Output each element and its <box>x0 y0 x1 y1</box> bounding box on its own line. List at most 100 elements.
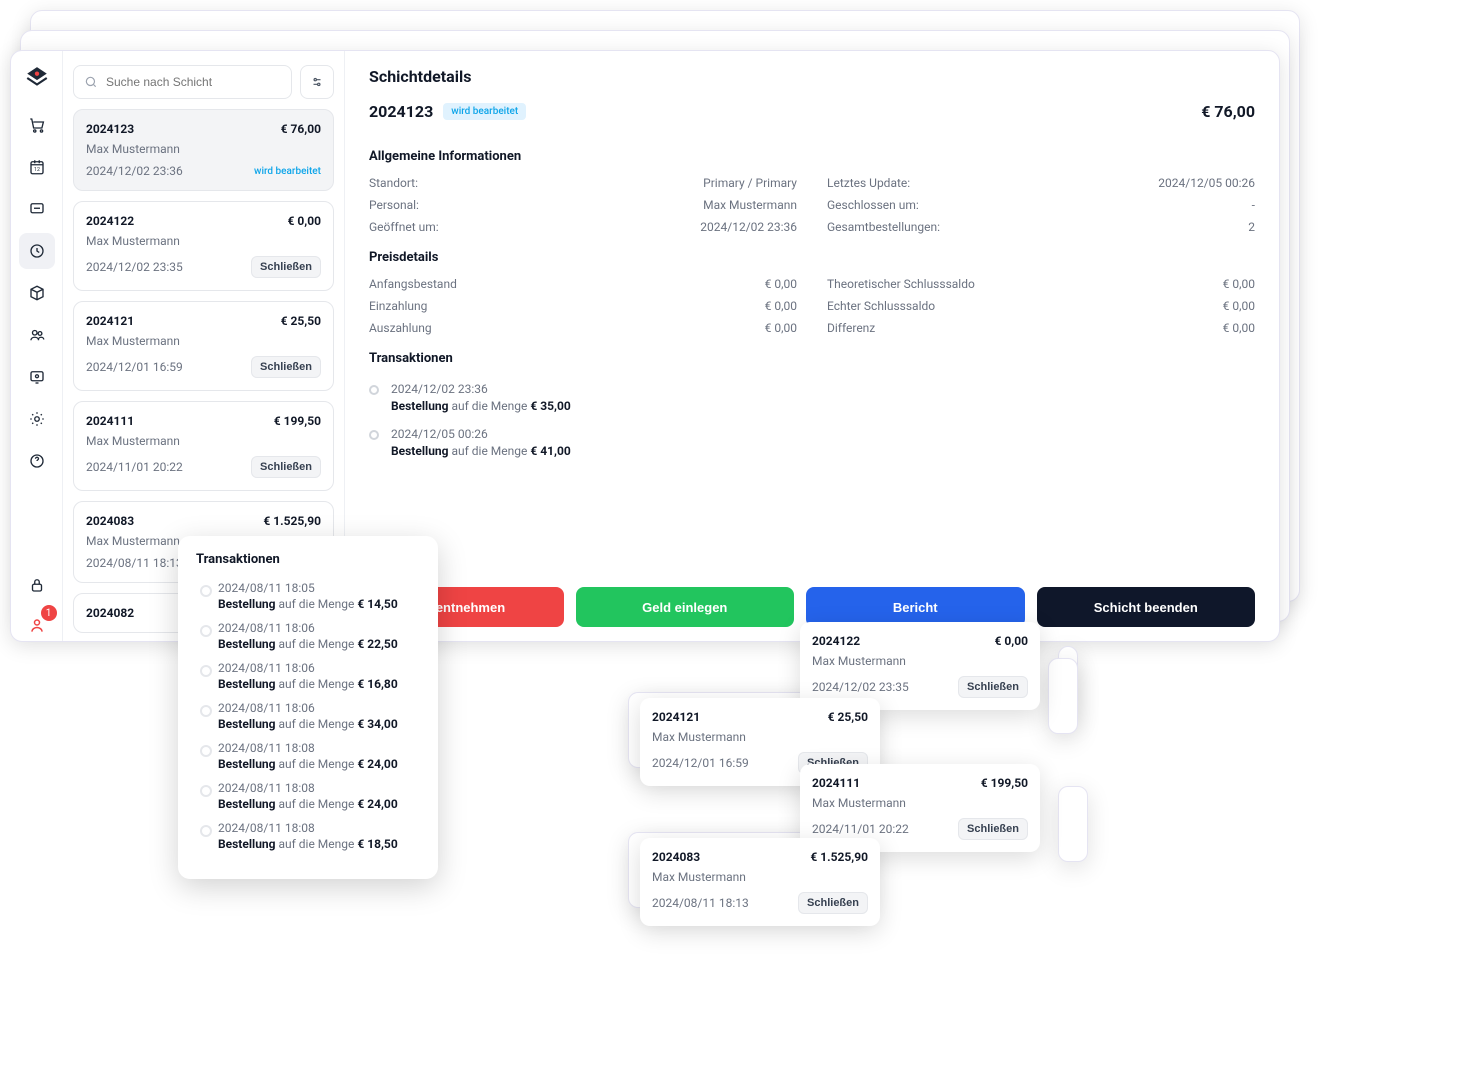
value-totalorders: 2 <box>1248 220 1255 234</box>
end-shift-button[interactable]: Schicht beenden <box>1037 587 1256 627</box>
calendar-icon[interactable]: 12 <box>19 149 55 185</box>
shift-amount: € 1.525,90 <box>263 514 321 528</box>
shift-time: 2024/08/11 18:13 <box>86 556 183 570</box>
shift-id: 2024123 <box>86 122 134 136</box>
value-update: 2024/12/05 00:26 <box>1158 176 1255 190</box>
shift-time: 2024/11/01 20:22 <box>86 460 183 474</box>
shift-time: 2024/08/11 18:13 <box>652 896 749 910</box>
label-theo: Theoretischer Schlusssaldo <box>827 277 975 291</box>
float-tx-item: 2024/08/11 18:06Bestellung auf die Menge… <box>218 701 420 731</box>
clock-icon[interactable] <box>19 233 55 269</box>
value-diff: € 0,00 <box>1223 321 1255 335</box>
shift-amount: € 199,50 <box>981 776 1028 790</box>
tx-suffix: auf die Menge <box>451 444 527 458</box>
shift-name: Max Mustermann <box>86 234 321 248</box>
card-shadow <box>1058 786 1088 862</box>
tx-label: Bestellung <box>391 399 449 413</box>
label-withdraw: Auszahlung <box>369 321 432 335</box>
status-editing: wird bearbeitet <box>254 166 321 177</box>
tx-suffix: auf die Menge <box>451 399 527 413</box>
detail-shift-id: 2024123 <box>369 102 433 121</box>
float-tx-item: 2024/08/11 18:08Bestellung auf die Menge… <box>218 741 420 771</box>
float-tx-item: 2024/08/11 18:06Bestellung auf die Menge… <box>218 621 420 651</box>
label-standort: Standort: <box>369 176 418 190</box>
float-tx-item: 2024/08/11 18:08Bestellung auf die Menge… <box>218 781 420 811</box>
search-icon <box>84 75 98 89</box>
page-title: Schichtdetails <box>369 67 1255 86</box>
shift-amount: € 1.525,90 <box>810 850 868 864</box>
shift-card[interactable]: 2024123€ 76,00 Max Mustermann 2024/12/02… <box>73 109 334 191</box>
floating-transactions-panel: Transaktionen 2024/08/11 18:05Bestellung… <box>178 536 438 879</box>
float-tx-item: 2024/08/11 18:06Bestellung auf die Menge… <box>218 661 420 691</box>
close-shift-button[interactable]: Schließen <box>251 256 321 278</box>
help-icon[interactable] <box>19 443 55 479</box>
shift-name: Max Mustermann <box>812 654 1028 668</box>
tx-amount: € 35,00 <box>530 399 570 413</box>
search-input-wrapper[interactable] <box>73 65 292 99</box>
details-panel: Schichtdetails 2024123 wird bearbeitet €… <box>345 51 1279 641</box>
svg-text:12: 12 <box>34 167 40 173</box>
label-opened: Geöffnet um: <box>369 220 439 234</box>
search-input[interactable] <box>106 75 281 89</box>
filter-button[interactable] <box>300 65 334 99</box>
transaction-item: 2024/12/02 23:36 Bestellung auf die Meng… <box>369 382 1255 413</box>
transaction-item: 2024/12/05 00:26 Bestellung auf die Meng… <box>369 427 1255 458</box>
shift-name: Max Mustermann <box>652 730 868 744</box>
close-shift-button[interactable]: Schließen <box>958 818 1028 840</box>
label-closed: Geschlossen um: <box>827 198 919 212</box>
shift-time: 2024/12/02 23:36 <box>86 164 183 178</box>
gear-icon[interactable] <box>19 401 55 437</box>
timeline-dot-icon <box>369 430 379 440</box>
shift-card[interactable]: 2024122€ 0,00 Max Mustermann 2024/12/02 … <box>73 201 334 291</box>
close-shift-button[interactable]: Schließen <box>798 892 868 914</box>
shift-time: 2024/12/01 16:59 <box>86 360 183 374</box>
avatar-button[interactable]: 1 <box>21 609 53 641</box>
shift-id: 2024083 <box>652 850 700 864</box>
floating-shift-card[interactable]: 2024122€ 0,00 Max Mustermann 2024/12/02 … <box>800 622 1040 710</box>
shift-time: 2024/11/01 20:22 <box>812 822 909 836</box>
label-startbalance: Anfangsbestand <box>369 277 457 291</box>
value-theo: € 0,00 <box>1223 277 1255 291</box>
shift-name: Max Mustermann <box>652 870 868 884</box>
shift-id: 2024121 <box>652 710 700 724</box>
users-icon[interactable] <box>19 317 55 353</box>
avatar-badge: 1 <box>41 605 57 621</box>
message-icon[interactable] <box>19 191 55 227</box>
value-opened: 2024/12/02 23:36 <box>700 220 797 234</box>
value-standort: Primary / Primary <box>703 176 797 190</box>
shift-time: 2024/12/01 16:59 <box>652 756 749 770</box>
float-tx-item: 2024/08/11 18:05Bestellung auf die Menge… <box>218 581 420 611</box>
floating-shift-card[interactable]: 2024083 € 1.525,90 Max Mustermann 2024/08… <box>640 838 880 926</box>
card-shadow <box>1048 658 1078 734</box>
shift-id: 2024111 <box>812 776 860 790</box>
float-tx-item: 2024/08/11 18:08Bestellung auf die Menge… <box>218 821 420 851</box>
value-deposit: € 0,00 <box>765 299 797 313</box>
shift-amount: € 0,00 <box>995 634 1028 648</box>
cart-icon[interactable] <box>19 107 55 143</box>
tx-time: 2024/12/05 00:26 <box>391 427 571 441</box>
package-icon[interactable] <box>19 275 55 311</box>
close-shift-button[interactable]: Schließen <box>958 676 1028 698</box>
label-deposit: Einzahlung <box>369 299 427 313</box>
shift-name: Max Mustermann <box>86 142 321 156</box>
tx-amount: € 41,00 <box>530 444 570 458</box>
section-tx-title: Transaktionen <box>369 351 1255 366</box>
label-personal: Personal: <box>369 198 419 212</box>
value-startbalance: € 0,00 <box>765 277 797 291</box>
tx-time: 2024/12/02 23:36 <box>391 382 571 396</box>
shift-amount: € 0,00 <box>288 214 321 228</box>
shift-card[interactable]: 2024111€ 199,50 Max Mustermann 2024/11/0… <box>73 401 334 491</box>
monitor-icon[interactable] <box>19 359 55 395</box>
deposit-button[interactable]: Geld einlegen <box>576 587 795 627</box>
close-shift-button[interactable]: Schließen <box>251 456 321 478</box>
label-totalorders: Gesamtbestellungen: <box>827 220 940 234</box>
shift-card[interactable]: 2024121€ 25,50 Max Mustermann 2024/12/01… <box>73 301 334 391</box>
section-general-title: Allgemeine Informationen <box>369 149 1255 164</box>
shift-name: Max Mustermann <box>86 434 321 448</box>
status-badge: wird bearbeitet <box>443 103 526 120</box>
close-shift-button[interactable]: Schließen <box>251 356 321 378</box>
label-update: Letztes Update: <box>827 176 910 190</box>
report-button[interactable]: Bericht <box>806 587 1025 627</box>
float-tx-title: Transaktionen <box>196 552 420 567</box>
lock-icon[interactable] <box>19 567 55 603</box>
